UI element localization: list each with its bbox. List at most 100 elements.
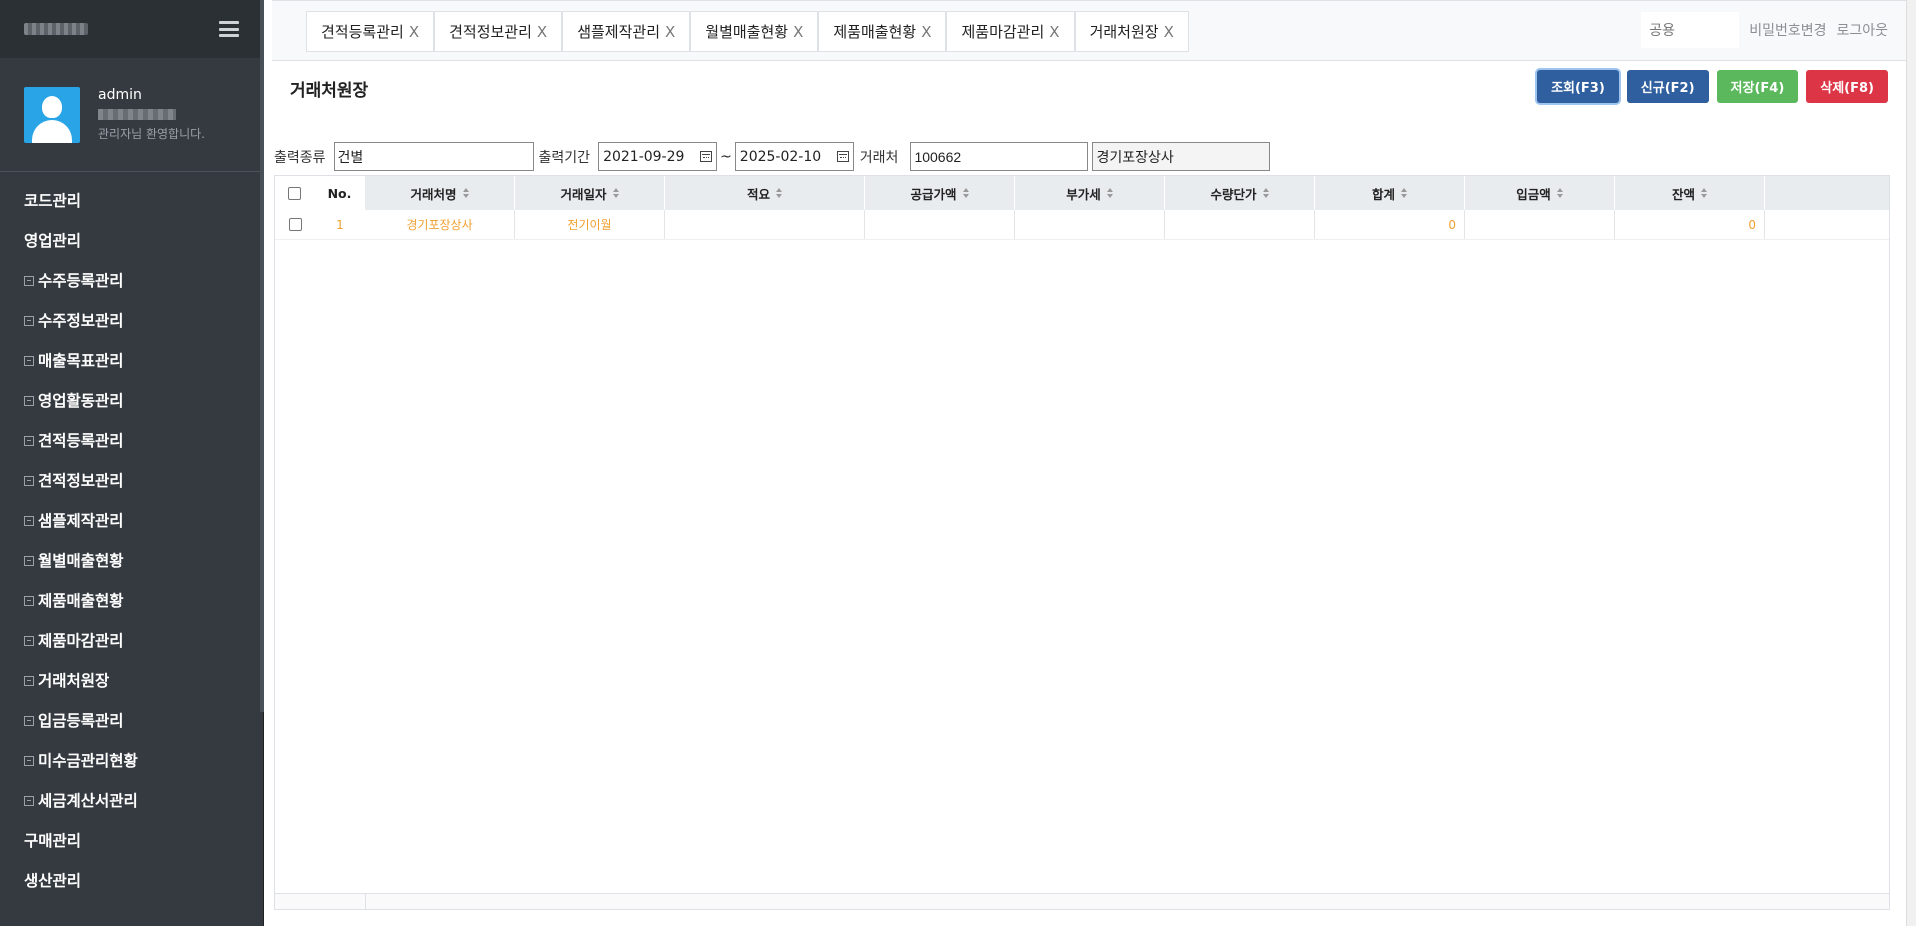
logout-link[interactable]: 로그아웃 <box>1836 20 1888 40</box>
sidebar-item[interactable]: 구매관리 <box>0 820 263 860</box>
tab[interactable]: 제품마감관리 X <box>946 11 1075 52</box>
output-type-field[interactable] <box>333 142 534 171</box>
sort-icon[interactable] <box>776 188 782 198</box>
column-header[interactable]: 입금액 <box>1465 176 1615 210</box>
select-all-cell <box>275 176 315 210</box>
column-header[interactable]: 거래처명 <box>365 176 515 210</box>
submenu-icon <box>24 756 34 766</box>
cell-unit <box>1165 210 1315 239</box>
date-to-value: 2025-02-10 <box>739 148 822 165</box>
tab-label: 제품마감관리 <box>961 23 1045 41</box>
output-period-label: 출력기간 <box>538 149 591 166</box>
sidebar-item[interactable]: 견적정보관리 <box>0 460 263 500</box>
column-header[interactable]: 수량단가 <box>1165 176 1315 210</box>
column-header[interactable]: 합계 <box>1315 176 1465 210</box>
date-to-field[interactable]: 2025-02-10 <box>734 142 854 171</box>
submenu-icon <box>24 596 34 606</box>
column-header-label: 합계 <box>1371 186 1395 202</box>
cell-deposit <box>1465 210 1615 239</box>
sort-icon[interactable] <box>1556 188 1563 198</box>
sort-icon[interactable] <box>1262 188 1269 198</box>
sidebar-item-label: 견적등록관리 <box>38 432 124 450</box>
sidebar-item[interactable]: 영업활동관리 <box>0 380 263 420</box>
tab[interactable]: 샘플제작관리 X <box>562 11 691 52</box>
tab[interactable]: 견적정보관리 X <box>434 11 563 52</box>
calendar-icon[interactable] <box>700 151 713 162</box>
sort-icon[interactable] <box>1106 188 1113 198</box>
sidebar-item-label: 영업관리 <box>24 232 82 250</box>
select-all-checkbox[interactable] <box>288 186 301 200</box>
column-header-label: 거래처명 <box>410 186 457 202</box>
ledger-grid: No. 거래처명 거래일자 적요 공급가액 부가세 수량단가 합계 입금액 잔액 1 경기포장상사 전… <box>274 175 1890 910</box>
sidebar-item-label: 월별매출현황 <box>38 552 124 570</box>
column-header[interactable]: 공급가액 <box>865 176 1015 210</box>
sidebar-item[interactable]: 코드관리 <box>0 180 263 220</box>
sidebar-item[interactable]: 샘플제작관리 <box>0 500 263 540</box>
sidebar-item[interactable]: 수주등록관리 <box>0 260 263 300</box>
tab-close-icon[interactable]: X <box>1164 23 1174 41</box>
user-detail-redacted <box>98 109 176 120</box>
sidebar-item[interactable]: 제품매출현황 <box>0 580 263 620</box>
sidebar-item-label: 수주등록관리 <box>38 272 124 290</box>
change-password-link[interactable]: 비밀번호변경 <box>1749 20 1826 40</box>
sidebar-item[interactable]: 수주정보관리 <box>0 300 263 340</box>
page-scrollbar[interactable] <box>1906 0 1916 926</box>
row-checkbox[interactable] <box>288 218 302 231</box>
column-header[interactable]: 잔액 <box>1615 176 1765 210</box>
sidebar-item-label: 생산관리 <box>24 872 82 890</box>
sidebar-item-label: 영업활동관리 <box>38 392 124 410</box>
table-row[interactable]: 1 경기포장상사 전기이월 0 0 <box>275 210 1889 240</box>
sidebar-item[interactable]: 영업관리 <box>0 220 263 260</box>
grid-body: 1 경기포장상사 전기이월 0 0 <box>275 210 1889 240</box>
tab-close-icon[interactable]: X <box>409 23 419 41</box>
sidebar: admin 관리자님 환영합니다. 코드관리 영업관리 수주등록관리 수주정보관리 매출… <box>0 0 264 926</box>
column-header-label: 입금액 <box>1516 186 1551 202</box>
save-button[interactable]: 저장(F4) <box>1716 70 1799 103</box>
sort-icon[interactable] <box>1401 188 1407 198</box>
calendar-icon[interactable] <box>836 151 849 162</box>
tab[interactable]: 제품매출현황 X <box>818 11 947 52</box>
tab-close-icon[interactable]: X <box>793 23 803 41</box>
sidebar-item-label: 세금계산서관리 <box>38 792 138 810</box>
tab-label: 견적정보관리 <box>449 23 532 41</box>
sidebar-item[interactable]: 견적등록관리 <box>0 420 263 460</box>
sidebar-item-label: 제품마감관리 <box>38 632 124 650</box>
date-from-field[interactable]: 2021-09-29 <box>598 142 718 171</box>
sidebar-item[interactable]: 제품마감관리 <box>0 620 263 660</box>
sidebar-item[interactable]: 미수금관리현황 <box>0 740 263 780</box>
sidebar-item[interactable]: 입금등록관리 <box>0 700 263 740</box>
client-code-field[interactable] <box>910 142 1089 171</box>
cell-total: 0 <box>1315 210 1465 239</box>
submenu-icon <box>24 516 34 526</box>
tab[interactable]: 거래처원장 X <box>1074 11 1189 52</box>
sidebar-item[interactable]: 생산관리 <box>0 860 263 900</box>
user-welcome: 관리자님 환영합니다. <box>98 127 205 141</box>
sidebar-item[interactable]: 월별매출현황 <box>0 540 263 580</box>
tab-close-icon[interactable]: X <box>537 23 547 41</box>
column-header[interactable]: 부가세 <box>1015 176 1165 210</box>
sidebar-item[interactable]: 세금계산서관리 <box>0 780 263 820</box>
tab-close-icon[interactable]: X <box>665 23 675 41</box>
cell-date: 전기이월 <box>515 210 665 239</box>
new-button[interactable]: 신규(F2) <box>1626 70 1709 103</box>
delete-button[interactable]: 삭제(F8) <box>1806 70 1888 103</box>
menu-toggle-icon[interactable] <box>219 21 239 37</box>
sort-icon[interactable] <box>962 188 969 198</box>
sidebar-item[interactable]: 매출목표관리 <box>0 340 263 380</box>
sort-icon[interactable] <box>1701 188 1707 198</box>
column-header[interactable]: 거래일자 <box>515 176 665 210</box>
sidebar-scrollbar[interactable] <box>260 0 264 712</box>
sort-icon[interactable] <box>612 188 619 198</box>
tab-close-icon[interactable]: X <box>921 23 931 41</box>
tab[interactable]: 견적등록관리 X <box>306 11 435 52</box>
column-header-label: 공급가액 <box>910 186 957 202</box>
search-button[interactable]: 조회(F3) <box>1537 70 1619 103</box>
sort-icon[interactable] <box>462 188 469 198</box>
sidebar-item[interactable]: 거래처원장 <box>0 660 263 700</box>
client-name-field <box>1092 142 1271 171</box>
tab[interactable]: 월별매출현황 X <box>690 11 819 52</box>
column-header[interactable]: 적요 <box>665 176 865 210</box>
top-search-input[interactable] <box>1641 12 1740 48</box>
column-header[interactable]: No. <box>315 176 365 210</box>
tab-close-icon[interactable]: X <box>1049 23 1059 41</box>
